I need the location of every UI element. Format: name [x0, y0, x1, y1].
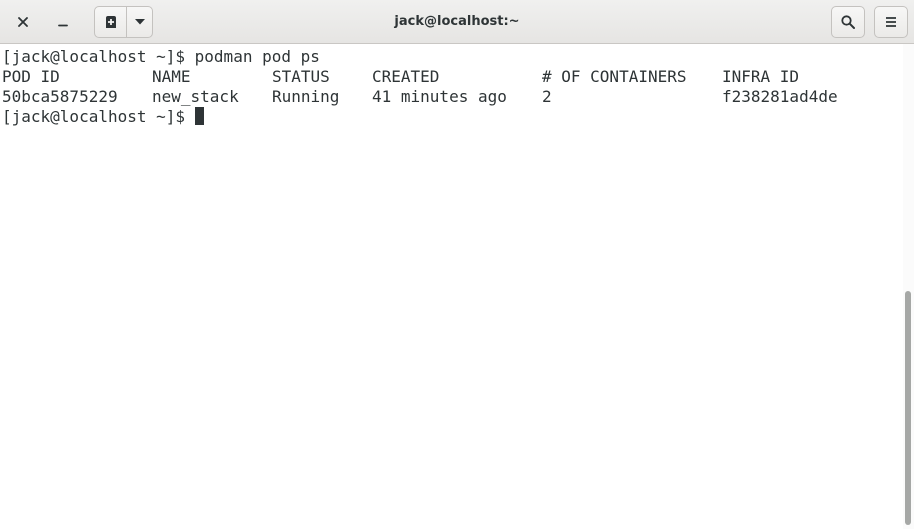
command-text: podman pod ps	[194, 47, 320, 66]
header-pod-id: POD ID	[2, 67, 60, 86]
hamburger-menu-icon	[886, 17, 896, 27]
cell-status: Running	[272, 87, 340, 106]
new-tab-button[interactable]	[95, 7, 127, 37]
minimize-icon	[58, 24, 68, 27]
current-prompt-line: [jack@localhost ~]$	[2, 107, 903, 127]
vertical-scrollbar[interactable]	[903, 44, 914, 529]
search-icon	[841, 15, 855, 29]
text-cursor	[194, 107, 204, 125]
cell-num-containers: 2	[542, 87, 552, 106]
scrollbar-thumb[interactable]	[905, 291, 911, 525]
minimize-button[interactable]	[48, 6, 78, 38]
cell-created: 41 minutes ago	[372, 87, 507, 106]
close-button[interactable]	[8, 6, 38, 38]
terminal-output[interactable]: [jack@localhost ~]$ podman pod ps POD ID…	[0, 44, 903, 529]
chevron-down-icon	[134, 19, 145, 25]
new-tab-button-group	[94, 6, 153, 38]
new-tab-icon	[105, 16, 116, 28]
new-tab-menu-button[interactable]	[127, 7, 152, 37]
header-name: NAME	[152, 67, 191, 86]
cell-name: new_stack	[152, 87, 239, 106]
cell-pod-id: 50bca5875229	[2, 87, 118, 106]
prompt: [jack@localhost ~]$	[2, 107, 195, 126]
terminal-window: jack@localhost:~ [jack@localhost ~]$ pod…	[0, 0, 914, 529]
prompt: [jack@localhost ~]$	[2, 47, 195, 66]
table-header-row: POD ID NAME STATUS CREATED # OF CONTAINERS IN…	[2, 67, 903, 87]
header-bar: jack@localhost:~	[0, 0, 914, 44]
search-button[interactable]	[831, 6, 865, 38]
header-created: CREATED	[372, 67, 440, 86]
close-icon	[18, 17, 28, 27]
command-line: [jack@localhost ~]$ podman pod ps	[2, 47, 903, 67]
header-status: STATUS	[272, 67, 330, 86]
menu-button[interactable]	[874, 6, 908, 38]
header-num-containers: # OF CONTAINERS	[542, 67, 687, 86]
table-row: 50bca5875229 new_stack Running 41 minutes a…	[2, 87, 903, 107]
cell-infra-id: f238281ad4de	[722, 87, 838, 106]
header-infra-id: INFRA ID	[722, 67, 800, 86]
